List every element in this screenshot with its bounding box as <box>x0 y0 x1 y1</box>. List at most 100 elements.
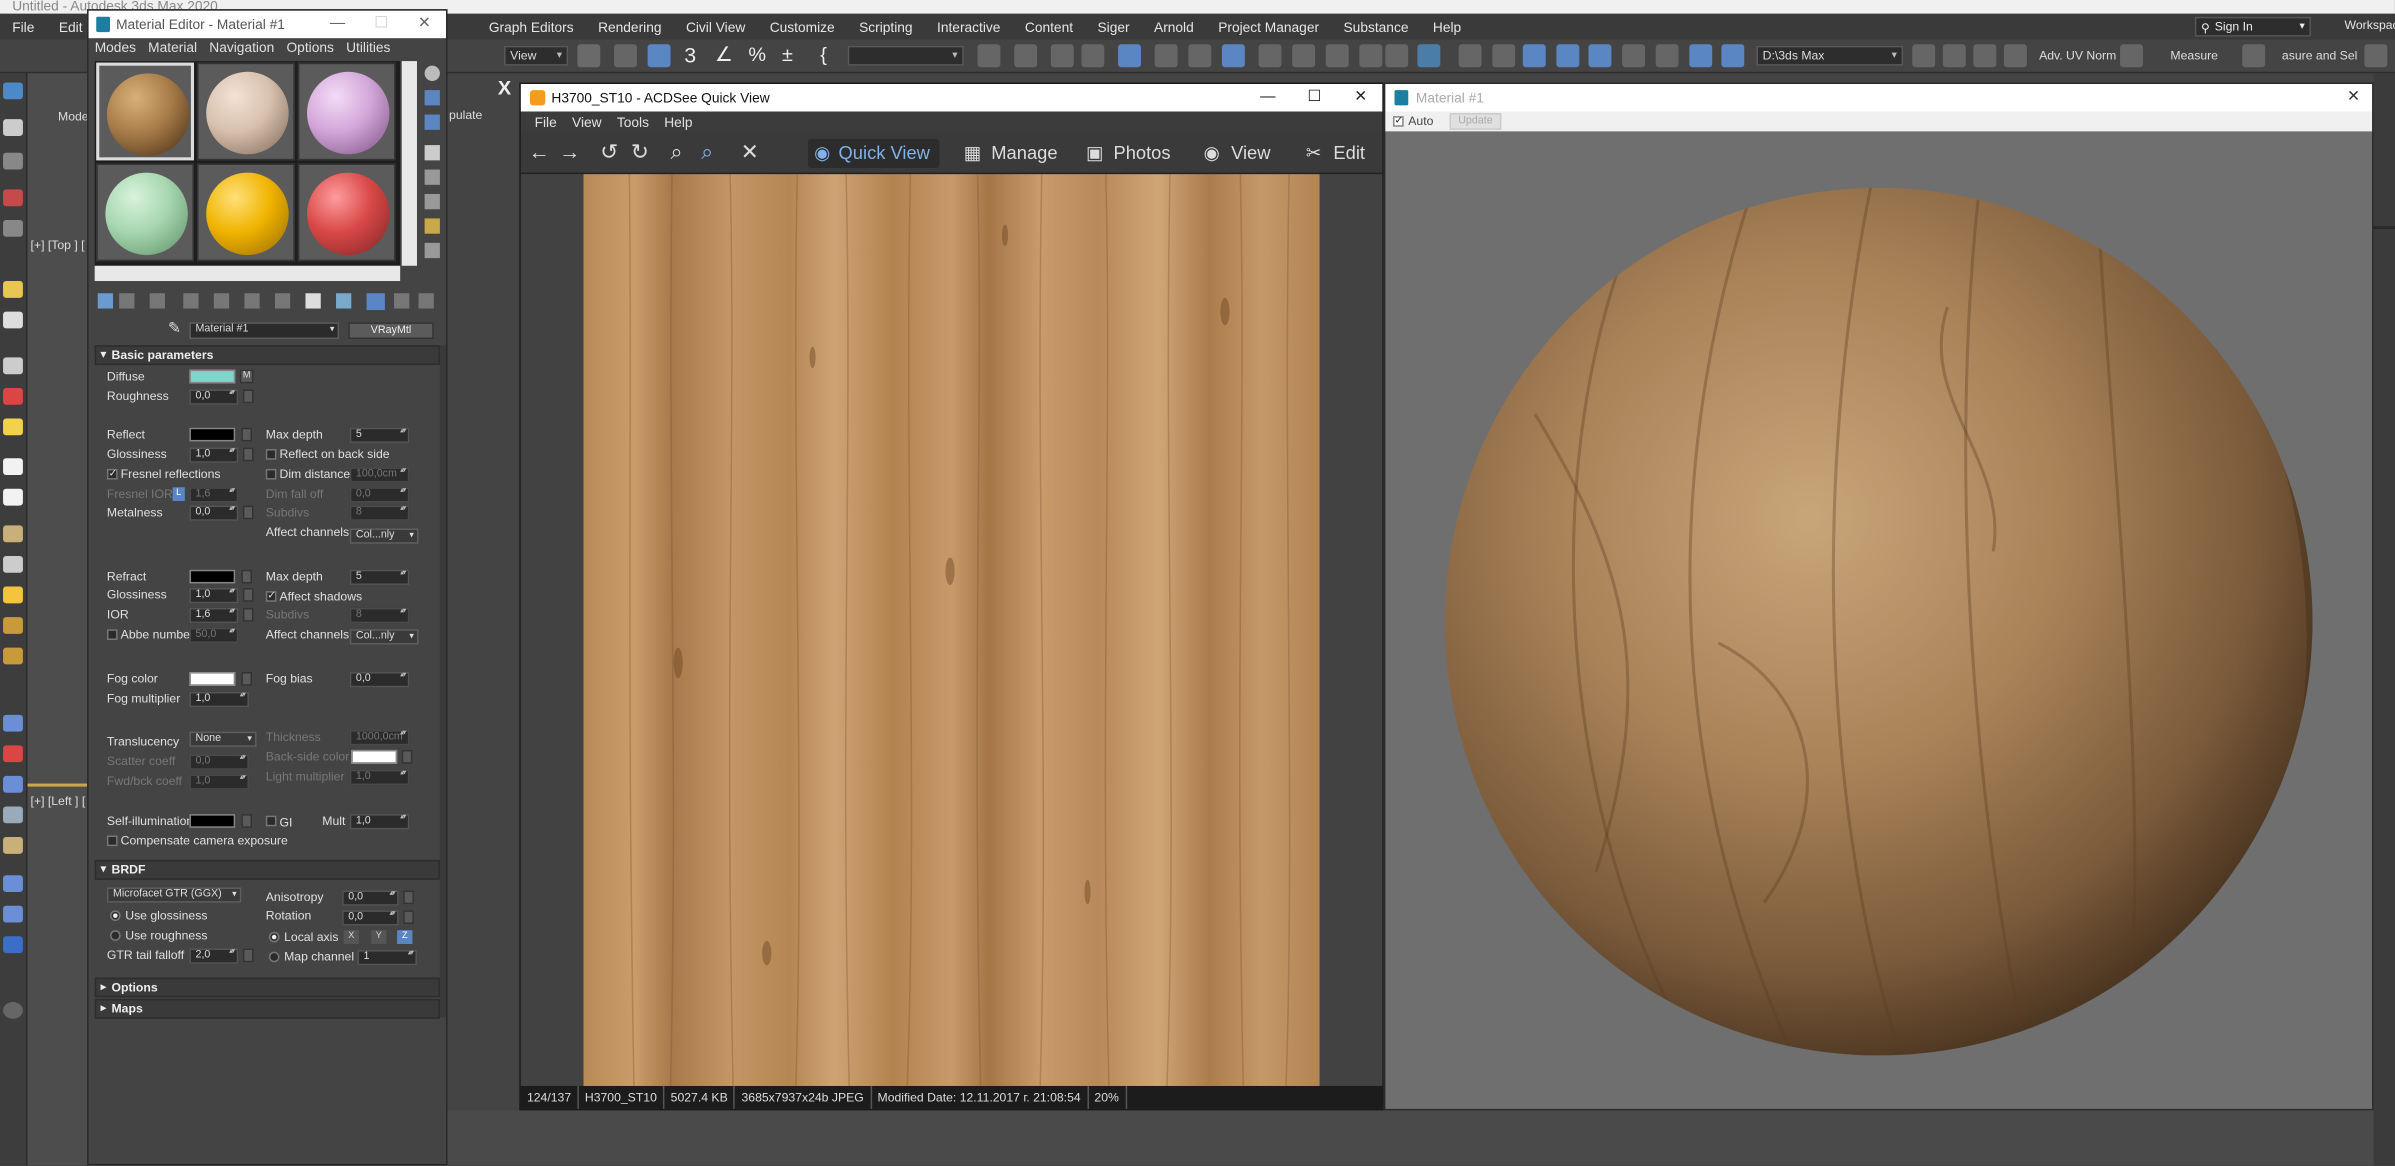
tool-icon-10[interactable] <box>3 418 23 436</box>
rollout-options[interactable]: Options <box>94 977 440 998</box>
tool-icon-13[interactable] <box>3 525 23 543</box>
tool-icon-7[interactable] <box>3 311 23 329</box>
map-channel-radio[interactable] <box>268 951 280 963</box>
refract-max-depth-spinner[interactable]: 5 <box>349 569 410 585</box>
command-tab-2[interactable]: pulate <box>449 108 482 122</box>
me-menu-utilities[interactable]: Utilities <box>340 38 397 58</box>
affect-shadows-checkbox[interactable]: ✓ <box>265 591 277 602</box>
menu-content[interactable]: Content <box>1013 19 1086 34</box>
snap-icon[interactable]: 3 <box>684 43 696 67</box>
snap-toggle-5-icon[interactable] <box>1655 44 1679 68</box>
tool-icon-22[interactable] <box>3 837 23 854</box>
menu-project-manager[interactable]: Project Manager <box>1206 19 1331 34</box>
background-icon[interactable] <box>424 114 440 130</box>
sample-slot-violet[interactable] <box>297 62 396 161</box>
refresh-icon[interactable] <box>1417 44 1441 68</box>
rollout-brdf[interactable]: BRDF <box>94 859 440 880</box>
self-illumination-map-button[interactable] <box>241 814 253 828</box>
schematic-icon[interactable] <box>1154 44 1178 68</box>
menu-rendering[interactable]: Rendering <box>586 19 674 34</box>
local-axis-radio[interactable] <box>268 931 280 943</box>
rotation-map-button[interactable] <box>403 910 414 925</box>
refract-color-swatch[interactable] <box>189 569 236 584</box>
acdsee-menu-tools[interactable]: Tools <box>609 112 656 133</box>
tool-icon-4[interactable] <box>3 189 23 207</box>
named-sets-icon[interactable]: { <box>820 43 827 66</box>
me-menu-modes[interactable]: Modes <box>89 38 142 58</box>
sample-slot-wood[interactable] <box>96 62 194 161</box>
refract-glossiness-map-button[interactable] <box>242 588 254 602</box>
menu-scripting[interactable]: Scripting <box>847 19 925 34</box>
self-illumination-swatch[interactable] <box>189 814 236 828</box>
tool-icon-3[interactable] <box>3 152 23 170</box>
refract-glossiness-spinner[interactable]: 1,0 <box>189 588 239 604</box>
gi-checkbox[interactable] <box>265 815 277 827</box>
sample-type-icon[interactable] <box>424 65 440 81</box>
dim-falloff-spinner[interactable]: 0,0 <box>349 487 410 503</box>
snap-toggle-3-icon[interactable] <box>1588 44 1612 68</box>
put-to-scene-icon[interactable] <box>119 293 135 309</box>
tool-f-icon[interactable] <box>2364 44 2388 68</box>
spinner-snap-icon[interactable]: ± <box>782 43 793 66</box>
sign-in-button[interactable]: ⚲ Sign In ▾ <box>2194 16 2311 37</box>
rotate-right-icon[interactable]: ↻ <box>631 139 649 165</box>
reset-map-icon[interactable] <box>183 293 199 309</box>
pivot-snap-icon[interactable] <box>1492 44 1516 68</box>
tool-icon-8[interactable] <box>3 357 23 375</box>
acdsee-menu-view[interactable]: View <box>564 112 609 133</box>
tool-icon-1[interactable] <box>3 82 23 100</box>
bottom-viewport[interactable] <box>447 1110 2374 1166</box>
forward-arrow-icon[interactable]: → <box>559 139 580 163</box>
render-frame-icon[interactable] <box>1258 44 1282 68</box>
abbe-spinner[interactable]: 50,0 <box>189 627 239 644</box>
fresnel-ior-lock-button[interactable]: L <box>172 487 185 501</box>
reflect-glossiness-spinner[interactable]: 1,0 <box>189 447 239 463</box>
roughness-spinner[interactable]: 0,0 <box>189 389 239 405</box>
metalness-spinner[interactable]: 0,0 <box>189 505 239 521</box>
snap-toggle-1-icon[interactable] <box>1522 44 1546 68</box>
menu-civil-view[interactable]: Civil View <box>674 19 758 34</box>
rollout-basic-parameters[interactable]: Basic parameters <box>94 345 440 366</box>
reflect-affect-channels-dropdown[interactable]: Col...nly <box>349 528 419 544</box>
brdf-type-dropdown[interactable]: Microfacet GTR (GGX) <box>106 887 242 903</box>
slots-vscrollbar[interactable] <box>401 61 417 266</box>
view-dropdown[interactable]: View <box>504 45 569 66</box>
tab-edit[interactable]: ✂ Edit <box>1303 139 1379 168</box>
tool-icon-17[interactable] <box>3 647 23 665</box>
measure-select-button[interactable]: asure and Sel <box>2282 49 2357 63</box>
tab-photos[interactable]: ▣ Photos <box>1083 139 1181 168</box>
tool-icon-5[interactable] <box>3 219 23 237</box>
mult-spinner[interactable]: 1,0 <box>349 814 410 830</box>
ior-spinner[interactable]: 1,6 <box>189 607 239 624</box>
rotation-spinner[interactable]: 0,0 <box>342 910 399 926</box>
assign-to-selection-icon[interactable] <box>149 293 165 309</box>
tool-icon-25[interactable] <box>3 936 23 954</box>
hexagon-icon[interactable] <box>1385 44 1409 68</box>
minimize-icon[interactable]: — <box>330 11 345 38</box>
tool-icon-19[interactable] <box>3 745 23 763</box>
snap-toggle-2-icon[interactable] <box>1556 44 1580 68</box>
show-end-result-icon[interactable] <box>366 293 385 311</box>
viewport-top-label[interactable]: [+] [Top ] [ <box>31 238 85 252</box>
tool-icon-12[interactable] <box>3 488 23 506</box>
backside-color-swatch[interactable] <box>351 749 398 764</box>
tool-icon-9[interactable] <box>3 387 23 405</box>
tool-icon-20[interactable] <box>3 775 23 793</box>
material-editor-icon[interactable] <box>1188 44 1212 68</box>
unique-icon[interactable] <box>244 293 260 309</box>
menu-help[interactable]: Help <box>1421 19 1474 34</box>
tool-icon-18[interactable] <box>3 714 23 732</box>
axis-y-button[interactable]: Y <box>371 930 387 944</box>
snap-toggle-4-icon[interactable] <box>1622 44 1646 68</box>
backside-color-map-button[interactable] <box>401 749 413 764</box>
preview-close-icon[interactable]: ✕ <box>2347 84 2360 111</box>
render-icon[interactable] <box>1292 44 1316 68</box>
fog-bias-spinner[interactable]: 0,0 <box>349 672 410 688</box>
viewport-area[interactable]: Mode [+] [Top ] [ [+] [Left ] [ <box>27 73 92 1166</box>
command-tab[interactable]: Mode <box>58 110 89 124</box>
zoom-in-icon[interactable]: ⌕ <box>671 139 683 165</box>
render-setup-icon[interactable] <box>1221 44 1245 68</box>
select-by-material-icon[interactable] <box>424 242 440 259</box>
close-icon[interactable]: ✕ <box>418 11 431 38</box>
tool-icon-2[interactable] <box>3 119 23 136</box>
